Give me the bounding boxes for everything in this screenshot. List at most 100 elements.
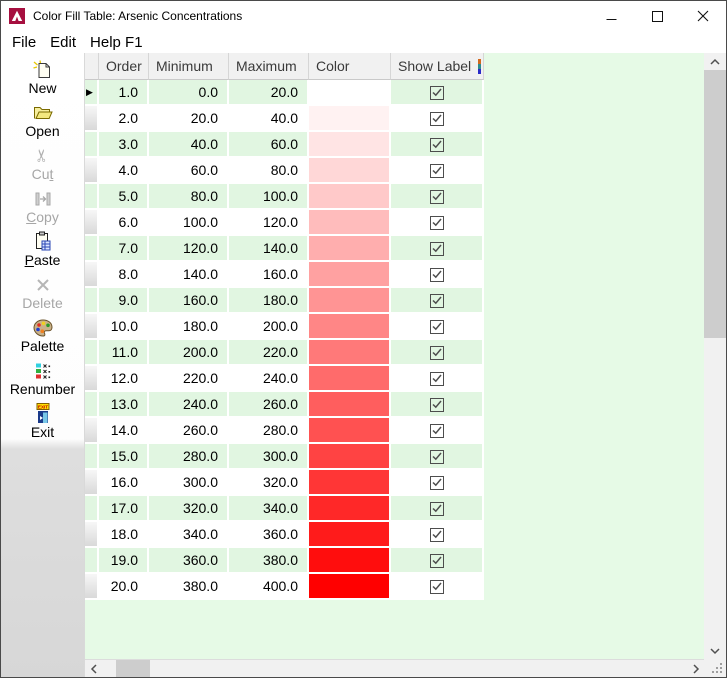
order-cell[interactable]: 16.0 [99, 470, 149, 496]
order-cell[interactable]: 4.0 [99, 158, 149, 184]
order-cell[interactable]: 19.0 [99, 548, 149, 574]
show-label-cell[interactable] [391, 184, 484, 210]
show-label-cell[interactable] [391, 262, 484, 288]
row-selector-cell[interactable] [85, 288, 99, 314]
paste-button[interactable]: Paste [1, 228, 84, 271]
row-selector-cell[interactable] [85, 158, 99, 184]
minimum-cell[interactable]: 180.0 [149, 314, 229, 340]
show-label-cell[interactable] [391, 366, 484, 392]
maximum-cell[interactable]: 240.0 [229, 366, 309, 392]
show-label-cell[interactable] [391, 392, 484, 418]
minimum-cell[interactable]: 280.0 [149, 444, 229, 470]
minimum-cell[interactable]: 60.0 [149, 158, 229, 184]
maximum-cell[interactable]: 120.0 [229, 210, 309, 236]
order-cell[interactable]: 15.0 [99, 444, 149, 470]
maximum-cell[interactable]: 60.0 [229, 132, 309, 158]
show-label-checkbox-checked[interactable] [429, 371, 444, 386]
maximum-cell[interactable]: 40.0 [229, 106, 309, 132]
show-label-cell[interactable] [391, 340, 484, 366]
open-button[interactable]: Open [1, 99, 84, 142]
minimum-cell[interactable]: 260.0 [149, 418, 229, 444]
show-label-checkbox-checked[interactable] [429, 267, 444, 282]
row-selector-cell[interactable] [85, 470, 99, 496]
minimize-button[interactable] [588, 1, 634, 31]
show-label-cell[interactable] [391, 574, 484, 600]
show-label-checkbox-checked[interactable] [429, 319, 444, 334]
maximum-cell[interactable]: 320.0 [229, 470, 309, 496]
show-label-cell[interactable] [391, 288, 484, 314]
show-label-checkbox-checked[interactable] [429, 215, 444, 230]
minimum-cell[interactable]: 140.0 [149, 262, 229, 288]
color-cell[interactable] [309, 470, 391, 496]
order-cell[interactable]: 12.0 [99, 366, 149, 392]
color-cell[interactable] [309, 392, 391, 418]
show-label-cell[interactable] [391, 522, 484, 548]
color-cell[interactable] [309, 132, 391, 158]
order-cell[interactable]: 20.0 [99, 574, 149, 600]
order-cell[interactable]: 1.0 [99, 80, 149, 106]
show-label-checkbox-checked[interactable] [429, 345, 444, 360]
color-cell[interactable] [309, 288, 391, 314]
show-label-cell[interactable] [391, 236, 484, 262]
row-selector-cell[interactable] [85, 496, 99, 522]
color-cell[interactable] [309, 106, 391, 132]
row-selector-cell[interactable] [85, 262, 99, 288]
maximum-cell[interactable]: 400.0 [229, 574, 309, 600]
color-cell[interactable] [309, 574, 391, 600]
maximum-cell[interactable]: 100.0 [229, 184, 309, 210]
show-label-cell[interactable] [391, 314, 484, 340]
maximize-button[interactable] [634, 1, 680, 31]
minimum-cell[interactable]: 40.0 [149, 132, 229, 158]
row-selector-cell[interactable] [85, 548, 99, 574]
minimum-cell[interactable]: 0.0 [149, 80, 229, 106]
color-cell[interactable] [309, 314, 391, 340]
show-label-checkbox-checked[interactable] [429, 137, 444, 152]
order-cell[interactable]: 13.0 [99, 392, 149, 418]
scroll-down-button[interactable] [704, 642, 726, 659]
minimum-cell[interactable]: 220.0 [149, 366, 229, 392]
maximum-cell[interactable]: 160.0 [229, 262, 309, 288]
show-label-cell[interactable] [391, 106, 484, 132]
color-cell[interactable] [309, 496, 391, 522]
palette-button[interactable]: Palette [1, 314, 84, 357]
maximum-cell[interactable]: 140.0 [229, 236, 309, 262]
order-cell[interactable]: 2.0 [99, 106, 149, 132]
horizontal-scrollbar[interactable] [85, 659, 704, 677]
minimum-cell[interactable]: 120.0 [149, 236, 229, 262]
minimum-cell[interactable]: 240.0 [149, 392, 229, 418]
minimum-cell[interactable]: 380.0 [149, 574, 229, 600]
order-cell[interactable]: 3.0 [99, 132, 149, 158]
maximum-cell[interactable]: 220.0 [229, 340, 309, 366]
maximum-cell[interactable]: 180.0 [229, 288, 309, 314]
show-label-checkbox-checked[interactable] [429, 189, 444, 204]
color-cell[interactable] [309, 262, 391, 288]
horizontal-scrollbar-track[interactable] [102, 660, 687, 677]
show-label-cell[interactable] [391, 548, 484, 574]
row-selector-cell[interactable] [85, 340, 99, 366]
show-label-checkbox-checked[interactable] [429, 501, 444, 516]
row-selector-cell[interactable] [85, 132, 99, 158]
show-label-checkbox-checked[interactable] [429, 397, 444, 412]
show-label-checkbox-checked[interactable] [429, 527, 444, 542]
minimum-cell[interactable]: 360.0 [149, 548, 229, 574]
row-selector-cell[interactable] [85, 522, 99, 548]
minimum-cell[interactable]: 200.0 [149, 340, 229, 366]
color-cell[interactable] [309, 340, 391, 366]
order-cell[interactable]: 18.0 [99, 522, 149, 548]
maximum-cell[interactable]: 340.0 [229, 496, 309, 522]
order-cell[interactable]: 6.0 [99, 210, 149, 236]
show-label-cell[interactable] [391, 132, 484, 158]
minimum-cell[interactable]: 340.0 [149, 522, 229, 548]
row-selector-cell[interactable] [85, 366, 99, 392]
maximum-cell[interactable]: 20.0 [229, 80, 309, 106]
show-label-cell[interactable] [391, 158, 484, 184]
new-button[interactable]: New [1, 56, 84, 99]
row-selector-cell[interactable] [85, 106, 99, 132]
maximum-cell[interactable]: 300.0 [229, 444, 309, 470]
show-label-checkbox-checked[interactable] [429, 579, 444, 594]
close-button[interactable] [680, 1, 726, 31]
scroll-right-button[interactable] [687, 660, 704, 677]
maximum-cell[interactable]: 360.0 [229, 522, 309, 548]
row-selector-cell[interactable] [85, 574, 99, 600]
show-label-checkbox-checked[interactable] [429, 293, 444, 308]
